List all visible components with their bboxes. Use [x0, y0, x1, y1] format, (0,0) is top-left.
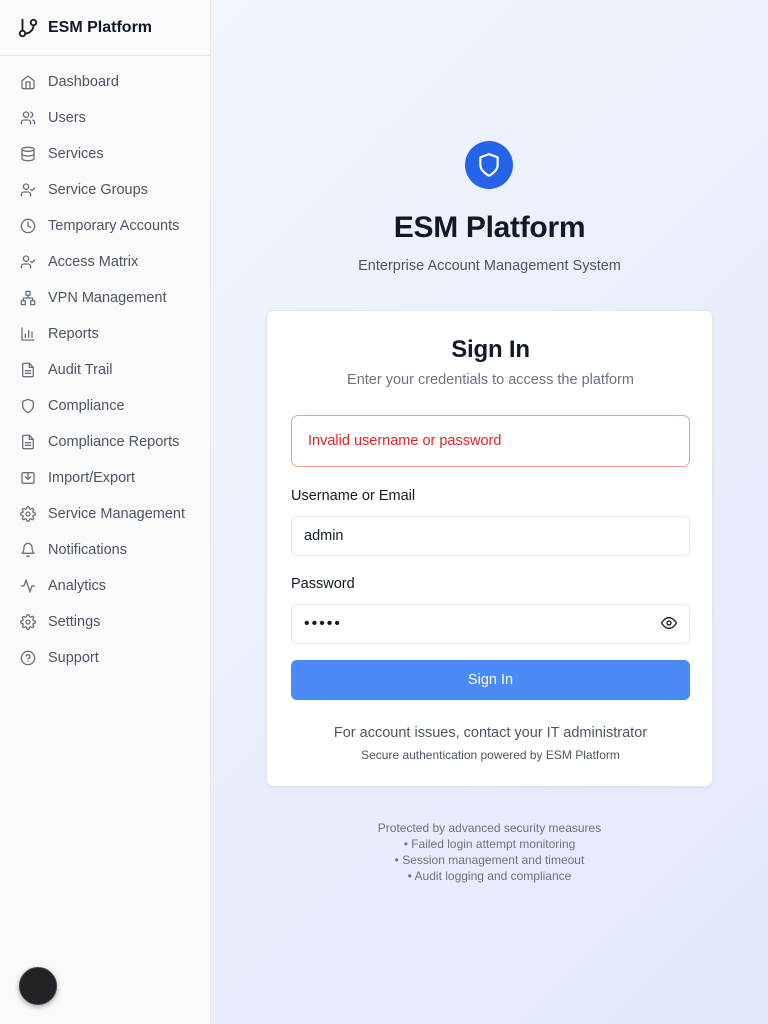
sidebar-item-vpn-management[interactable]: VPN Management	[0, 280, 210, 316]
sidebar-item-label: Notifications	[48, 542, 127, 558]
sign-in-button[interactable]: Sign In	[291, 660, 690, 700]
sidebar-brand[interactable]: ESM Platform	[0, 0, 210, 56]
security-info: Protected by advanced security measures …	[211, 820, 768, 884]
sidebar-item-label: Temporary Accounts	[48, 218, 180, 234]
sidebar-item-label: VPN Management	[48, 290, 167, 306]
database-icon	[21, 146, 35, 162]
sidebar-item-access-matrix[interactable]: Access Matrix	[0, 244, 210, 280]
bell-icon	[21, 542, 35, 558]
help-circle-icon	[20, 650, 36, 666]
sidebar-item-audit-trail[interactable]: Audit Trail	[0, 352, 210, 388]
sidebar-nav: Dashboard Users Services Service Groups …	[0, 56, 210, 676]
sidebar-item-analytics[interactable]: Analytics	[0, 568, 210, 604]
sidebar-item-label: Access Matrix	[48, 254, 139, 270]
error-message: Invalid username or password	[308, 433, 502, 449]
error-alert: Invalid username or password	[291, 415, 690, 467]
file-text-icon	[22, 434, 34, 450]
sidebar-item-temporary-accounts[interactable]: Temporary Accounts	[0, 208, 210, 244]
show-password-toggle[interactable]	[660, 614, 678, 632]
password-input[interactable]	[291, 604, 690, 644]
activity-icon	[20, 579, 36, 593]
login-card: Sign In Enter your credentials to access…	[266, 310, 713, 787]
sidebar-item-dashboard[interactable]: Dashboard	[0, 64, 210, 100]
main-content: ESM Platform Enterprise Account Manageme…	[211, 0, 768, 1024]
clock-icon	[20, 218, 36, 234]
sidebar-item-label: Users	[48, 110, 86, 126]
sidebar-item-label: Dashboard	[48, 74, 119, 90]
gear-icon	[20, 614, 36, 630]
login-title: Sign In	[451, 336, 530, 363]
eye-icon	[661, 617, 677, 629]
login-description: Enter your credentials to access the pla…	[347, 372, 634, 388]
sidebar-item-compliance[interactable]: Compliance	[0, 388, 210, 424]
security-item: • Session management and timeout	[394, 853, 585, 867]
floating-action-button[interactable]	[19, 967, 57, 1005]
sidebar-item-label: Services	[48, 146, 104, 162]
file-text-icon	[22, 362, 34, 378]
sidebar-item-label: Settings	[48, 614, 101, 630]
user-check-icon	[20, 255, 36, 269]
sidebar-item-users[interactable]: Users	[0, 100, 210, 136]
network-icon	[20, 290, 36, 306]
sidebar: ESM Platform Dashboard Users Services Se…	[0, 0, 211, 1024]
sidebar-item-services[interactable]: Services	[0, 136, 210, 172]
sidebar-item-support[interactable]: Support	[0, 640, 210, 676]
username-input[interactable]	[291, 516, 690, 556]
app-logo	[465, 141, 513, 189]
sidebar-item-label: Audit Trail	[48, 362, 113, 378]
app-subtitle: Enterprise Account Management System	[358, 258, 621, 274]
sidebar-item-label: Reports	[48, 326, 99, 342]
sidebar-item-label: Compliance	[48, 398, 125, 414]
sidebar-item-label: Import/Export	[48, 470, 136, 486]
app-title: ESM Platform	[393, 211, 586, 244]
import-icon	[21, 472, 35, 484]
security-item: • Audit logging and compliance	[407, 869, 572, 883]
shield-icon	[22, 398, 34, 414]
brand-name: ESM Platform	[48, 18, 153, 36]
sidebar-item-label: Support	[48, 650, 99, 666]
git-branch-icon	[18, 18, 38, 37]
help-text: For account issues, contact your IT admi…	[333, 725, 648, 741]
sidebar-item-service-management[interactable]: Service Management	[0, 496, 210, 532]
sidebar-item-label: Analytics	[48, 578, 107, 594]
sidebar-item-label: Service Management	[48, 506, 186, 522]
user-check-icon	[20, 183, 36, 197]
powered-by-text: Secure authentication powered by ESM Pla…	[361, 748, 620, 762]
shield-icon	[479, 153, 499, 177]
username-label: Username or Email	[291, 488, 416, 504]
gear-icon	[20, 506, 36, 522]
sidebar-item-label: Compliance Reports	[48, 434, 180, 450]
home-icon	[21, 75, 35, 90]
bar-chart-icon	[21, 327, 35, 341]
sidebar-item-label: Service Groups	[48, 182, 148, 198]
sidebar-item-compliance-reports[interactable]: Compliance Reports	[0, 424, 210, 460]
sidebar-item-reports[interactable]: Reports	[0, 316, 210, 352]
security-item: • Failed login attempt monitoring	[403, 837, 576, 851]
users-icon	[20, 111, 36, 125]
sidebar-item-settings[interactable]: Settings	[0, 604, 210, 640]
sidebar-item-import-export[interactable]: Import/Export	[0, 460, 210, 496]
sidebar-item-notifications[interactable]: Notifications	[0, 532, 210, 568]
password-label: Password	[291, 576, 355, 592]
sidebar-item-service-groups[interactable]: Service Groups	[0, 172, 210, 208]
security-heading: Protected by advanced security measures	[377, 821, 602, 835]
